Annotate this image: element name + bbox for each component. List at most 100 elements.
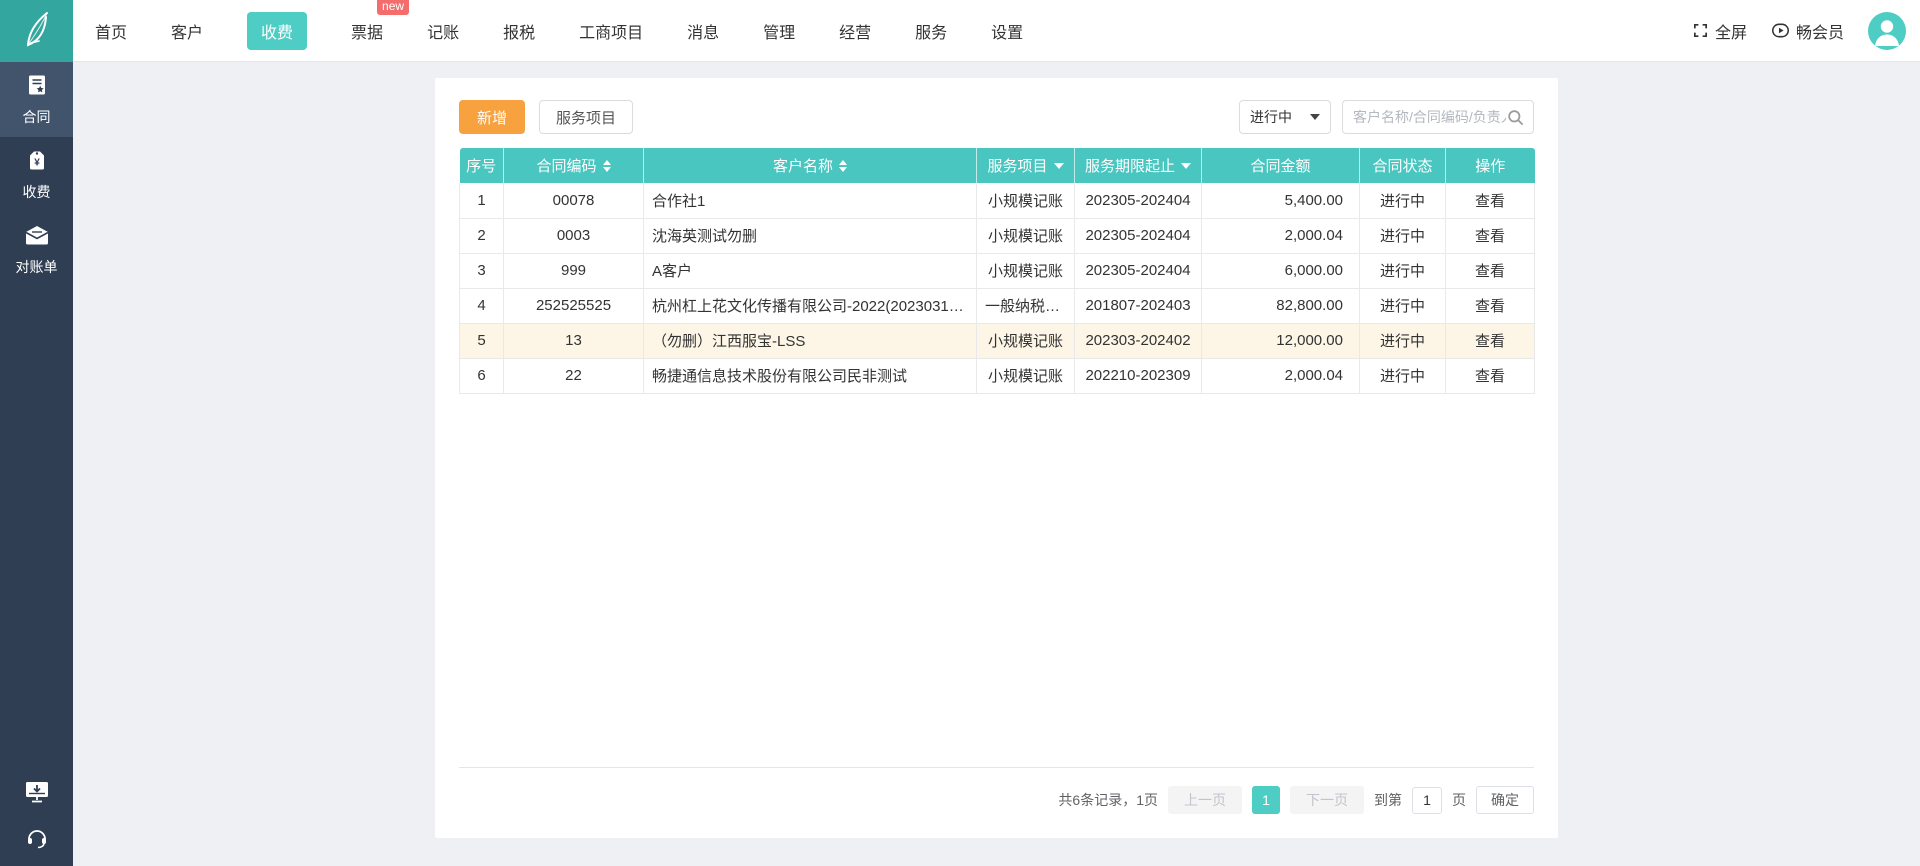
cell-service: 小规模记账 xyxy=(976,253,1075,289)
contracts-table: 序号 合同编码 客户名称 服务项目 服务期限起止 合同金额 合同状态 操作 1 00078 合作社… xyxy=(459,148,1535,394)
sidebar-item-label: 对账单 xyxy=(15,259,58,275)
statement-icon xyxy=(24,226,50,251)
sidebar-bottom xyxy=(0,780,73,866)
filter-caret-icon xyxy=(1181,162,1191,169)
status-filter-value: 进行中 xyxy=(1250,109,1292,125)
cell-service: 一般纳税人... xyxy=(976,288,1075,324)
cell-customer: 合作社1 xyxy=(643,183,977,219)
goto-page-input[interactable] xyxy=(1412,786,1442,814)
nav-item-customers[interactable]: 客户 xyxy=(171,19,203,43)
cell-code: 999 xyxy=(503,253,644,289)
column-header-no: 序号 xyxy=(459,148,504,183)
table-row: 5 13 （勿删）江西服宝-LSS 小规模记账 202303-202402 12,000.… xyxy=(459,323,1535,359)
nav-item-tax[interactable]: 报税 xyxy=(503,19,535,43)
service-items-button[interactable]: 服务项目 xyxy=(539,100,634,134)
nav-item-label: 经营 xyxy=(839,24,872,42)
search-icon[interactable] xyxy=(1506,108,1525,127)
prev-page-button[interactable]: 上一页 xyxy=(1168,786,1242,814)
view-link[interactable]: 查看 xyxy=(1475,368,1505,385)
goto-prefix-label: 到第 xyxy=(1374,792,1402,808)
cell-period: 202305-202404 xyxy=(1074,253,1202,289)
column-header-label: 服务期限起止 xyxy=(1084,158,1175,175)
cell-customer: 沈海英测试勿删 xyxy=(643,218,977,254)
contracts-card: 新增 服务项目 进行中 客户名称/合同编码/负责人 序号 合同编码 客户名称 服… xyxy=(435,78,1558,838)
new-badge: new xyxy=(377,0,410,15)
view-link[interactable]: 查看 xyxy=(1475,193,1505,210)
fullscreen-button[interactable]: 全屏 xyxy=(1692,19,1747,43)
fullscreen-label: 全屏 xyxy=(1714,24,1747,42)
add-button[interactable]: 新增 xyxy=(459,100,526,134)
sidebar-item-label: 合同 xyxy=(22,109,51,125)
nav-item-label: 票据 xyxy=(351,24,384,42)
cell-amount: 82,800.00 xyxy=(1201,288,1360,324)
nav-item-label: 设置 xyxy=(991,24,1024,42)
cell-service: 小规模记账 xyxy=(976,183,1075,219)
nav-item-operation[interactable]: 经营 xyxy=(839,19,871,43)
sidebar-item-contracts[interactable]: 合同 xyxy=(0,62,73,137)
column-header-period[interactable]: 服务期限起止 xyxy=(1074,148,1202,183)
cell-amount: 12,000.00 xyxy=(1201,323,1360,359)
chevron-down-icon xyxy=(1310,114,1320,120)
nav-item-label: 报税 xyxy=(503,24,536,42)
toolbar-right: 进行中 xyxy=(1239,100,1534,134)
cell-customer: （勿删）江西服宝-LSS xyxy=(643,323,977,359)
cell-code: 00078 xyxy=(503,183,644,219)
pagination-summary: 共6条记录，1页 xyxy=(1058,792,1158,808)
column-header-service[interactable]: 服务项目 xyxy=(976,148,1075,183)
goto-suffix-label: 页 xyxy=(1452,792,1466,808)
member-button[interactable]: 畅会员 xyxy=(1771,19,1844,43)
cell-action: 查看 xyxy=(1445,218,1535,254)
sort-arrows-icon xyxy=(839,159,847,172)
nav-item-label: 客户 xyxy=(171,24,204,42)
column-header-label: 合同金额 xyxy=(1250,158,1311,175)
nav-item-management[interactable]: 管理 xyxy=(763,19,795,43)
member-label: 畅会员 xyxy=(1795,24,1844,42)
next-page-button[interactable]: 下一页 xyxy=(1290,786,1364,814)
goto-confirm-button[interactable]: 确定 xyxy=(1476,786,1534,814)
search-box xyxy=(1342,100,1534,134)
feather-logo-icon xyxy=(17,9,57,53)
cell-period: 202305-202404 xyxy=(1074,183,1202,219)
table-row: 3 999 A客户 小规模记账 202305-202404 6,000.00 进行中 查看 xyxy=(459,253,1535,289)
table-row: 6 22 畅捷通信息技术股份有限公司民非测试 小规模记账 202210-202309 2,… xyxy=(459,358,1535,394)
column-header-code[interactable]: 合同编码 xyxy=(503,148,644,183)
status-filter-select[interactable]: 进行中 xyxy=(1239,100,1331,134)
support-headset-icon[interactable] xyxy=(25,826,49,850)
view-link[interactable]: 查看 xyxy=(1475,298,1505,315)
topnav-items: 首页 客户 收费 票据 new 记账 报税 工商项目 消息 管理 经营 服务 设置 xyxy=(73,0,1023,50)
nav-item-label: 收费 xyxy=(261,24,294,42)
column-header-customer[interactable]: 客户名称 xyxy=(643,148,977,183)
nav-item-home[interactable]: 首页 xyxy=(95,19,127,43)
nav-item-fees[interactable]: 收费 xyxy=(247,11,308,50)
nav-item-messages[interactable]: 消息 xyxy=(687,19,719,43)
search-input[interactable] xyxy=(1353,109,1506,125)
nav-item-business-projects[interactable]: 工商项目 xyxy=(579,19,643,43)
nav-item-bookkeeping[interactable]: 记账 xyxy=(427,19,459,43)
cell-code: 0003 xyxy=(503,218,644,254)
column-header-label: 序号 xyxy=(466,158,497,175)
client-download-icon[interactable] xyxy=(24,780,50,804)
sidebar-item-fees[interactable]: ¥ 收费 xyxy=(0,137,73,212)
user-avatar[interactable] xyxy=(1868,11,1906,50)
nav-item-bills[interactable]: 票据 new xyxy=(351,0,410,43)
sidebar-item-statements[interactable]: 对账单 xyxy=(0,212,73,287)
column-header-amount: 合同金额 xyxy=(1201,148,1360,183)
cell-no: 6 xyxy=(459,358,504,394)
current-page-button[interactable]: 1 xyxy=(1252,786,1280,814)
view-link[interactable]: 查看 xyxy=(1475,333,1505,350)
cell-amount: 2,000.04 xyxy=(1201,218,1360,254)
cell-code: 252525525 xyxy=(503,288,644,324)
nav-item-label: 记账 xyxy=(427,24,460,42)
cell-code: 13 xyxy=(503,323,644,359)
sidebar-items: 合同 ¥ 收费对账单 xyxy=(0,62,73,287)
view-link[interactable]: 查看 xyxy=(1475,263,1505,280)
nav-item-settings[interactable]: 设置 xyxy=(991,19,1023,43)
view-link[interactable]: 查看 xyxy=(1475,228,1505,245)
top-bar: 首页 客户 收费 票据 new 记账 报税 工商项目 消息 管理 经营 服务 设置 全屏 畅会员 xyxy=(0,0,1920,62)
fee-icon: ¥ xyxy=(25,151,49,176)
nav-item-label: 管理 xyxy=(763,24,796,42)
cell-status: 进行中 xyxy=(1359,253,1446,289)
nav-item-services[interactable]: 服务 xyxy=(915,19,947,43)
column-header-action: 操作 xyxy=(1445,148,1535,183)
